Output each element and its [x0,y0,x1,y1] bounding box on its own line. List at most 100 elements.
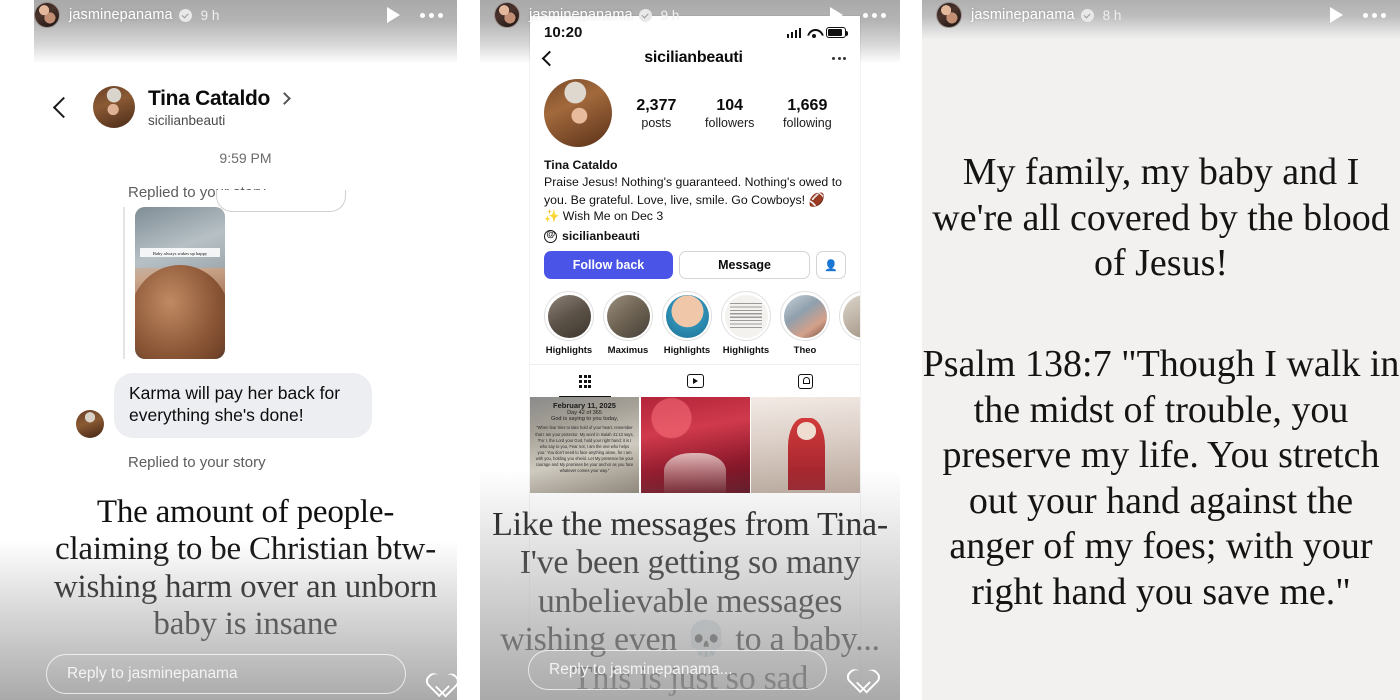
stat-followers[interactable]: 104 followers [705,97,754,130]
post-thumbnail[interactable] [640,397,750,494]
tagged-icon [797,373,813,389]
more-options-icon[interactable] [832,56,846,60]
post-thumbnail[interactable] [751,397,860,494]
post-thumbnail[interactable]: February 11, 2025 Day 42 of 365 God is s… [530,397,639,494]
highlight-item[interactable]: Theo [780,291,830,356]
post-title: February 11, 2025 [553,401,616,411]
story-age: 8 h [1102,7,1122,23]
dm-message-bubble[interactable]: Karma will pay her back for everything s… [114,373,372,438]
story-panel-3[interactable]: My family, my baby and I we're all cover… [922,0,1400,700]
chevron-right-icon [278,92,291,105]
highlight-label: H [839,345,860,356]
threads-link[interactable]: sicilianbeauti [530,224,860,243]
story-header: jasminepanama 8 h [922,0,1400,30]
avatar[interactable] [34,2,60,28]
highlight-item[interactable]: Highlights [544,291,594,356]
reply-rail [123,207,125,359]
story-panel-1[interactable]: Tina Cataldo sicilianbeauti 9:59 PM Repl… [0,0,457,700]
story-reply-thumbnail[interactable]: Baby always wakes up happy [135,207,225,359]
stat-following-label: following [783,115,832,130]
follow-back-button[interactable]: Follow back [544,251,673,280]
more-options-icon[interactable] [863,12,886,18]
highlight-label: Highlights [722,345,770,357]
reels-icon [686,374,704,389]
story-highlights-row: Highlights Maximus Highlights Highlights… [530,279,860,362]
story-header: jasminepanama 9 h [480,0,900,30]
more-options-icon[interactable] [1363,12,1386,18]
profile-nav-bar: sicilianbeauti [530,43,860,75]
tab-grid[interactable] [530,365,640,398]
post-grid: February 11, 2025 Day 42 of 365 God is s… [530,397,860,494]
dm-contact-handle: sicilianbeauti [148,112,226,128]
tab-reels[interactable] [640,365,750,397]
heart-icon[interactable] [843,657,870,684]
stat-followers-value: 104 [716,96,744,114]
highlight-item[interactable]: Highlights [721,291,771,356]
stat-posts[interactable]: 2,377 posts [636,97,676,130]
profile-title: sicilianbeauti [644,49,743,66]
stat-posts-label: posts [641,115,672,130]
stat-followers-label: followers [705,115,755,130]
highlight-item[interactable]: Highlights [662,291,712,356]
heart-icon[interactable] [422,661,449,688]
threads-icon [544,229,557,243]
verified-badge-icon [1080,8,1094,22]
story-age: 9 h [660,7,680,23]
dm-message-row: Karma will pay her back for everything s… [76,373,457,438]
story-thumb-caption: Baby always wakes up happy [140,248,220,258]
message-button[interactable]: Message [679,251,810,280]
highlight-label: Highlights [663,345,711,357]
story-reply-thumbnail-wrap: Baby always wakes up happy [34,207,457,359]
post-body: "When fear tries to take hold of your he… [535,425,634,474]
highlight-item[interactable]: H [839,291,860,356]
verified-badge-icon [638,8,652,22]
highlight-item[interactable]: Maximus [603,291,653,356]
avatar[interactable] [544,79,612,147]
chevron-left-icon[interactable] [52,96,75,118]
play-icon[interactable] [1330,7,1343,23]
threads-handle: sicilianbeauti [562,229,640,244]
avatar [76,409,104,438]
grid-icon [578,375,592,388]
profile-action-buttons: Follow back Message 👤 [530,243,860,280]
add-person-icon[interactable]: 👤 [816,251,846,280]
avatar[interactable] [936,2,962,28]
dm-timestamp: 9:59 PM [219,150,272,166]
reply-bar: Reply to jasminepanama [46,654,449,694]
avatar[interactable] [494,2,520,28]
profile-bio: Tina Cataldo Praise Jesus! Nothing's gua… [530,155,860,224]
story-username[interactable]: jasminepanama [971,7,1075,23]
panel-divider [900,0,922,700]
story-header: jasminepanama 9 h [0,0,457,30]
panel-divider [457,0,480,700]
more-options-icon[interactable] [420,12,443,18]
avatar [93,86,135,128]
bio-line-2: ✨ Wish Me on Dec 3 [544,209,664,224]
thumb-subject [135,264,225,359]
highlight-label: Theo [793,345,817,357]
story-viewer: Tina Cataldo sicilianbeauti 9:59 PM Repl… [0,0,1400,700]
bio-line-1: Praise Jesus! Nothing's guaranteed. Noth… [544,175,842,207]
play-icon[interactable] [830,7,843,23]
story-panel-2[interactable]: 10:20 sicilianbeauti 2,377 posts 104 fol… [480,0,900,700]
replied-to-story-label-2: Replied to your story [128,453,266,471]
verified-badge-icon [178,8,192,22]
story-age: 9 h [200,7,220,23]
story-text-block-2: Psalm 138:7 "Though I walk in the midst … [922,343,1400,613]
football-emoji-icon: 🏈 [808,191,825,207]
play-icon[interactable] [387,7,400,23]
highlight-label: Highlights [545,345,593,357]
story-username[interactable]: jasminepanama [69,7,173,23]
dm-contact-name: Tina Cataldo [148,87,291,111]
reply-input[interactable]: Reply to jasminepanama [46,654,406,694]
stat-following-value: 1,669 [787,96,828,114]
tab-tagged[interactable] [750,365,860,397]
profile-tabs [530,364,860,398]
stat-following[interactable]: 1,669 following [783,97,832,130]
reply-input[interactable]: Reply to jasminepanama... [528,650,827,690]
bio-display-name: Tina Cataldo [544,158,618,172]
dm-conversation-header: Tina Cataldo sicilianbeauti [34,62,457,128]
story-overlay-text: The amount of people-claiming to be Chri… [53,494,438,642]
profile-stats-row: 2,377 posts 104 followers 1,669 followin… [530,75,860,155]
story-username[interactable]: jasminepanama [529,7,633,23]
